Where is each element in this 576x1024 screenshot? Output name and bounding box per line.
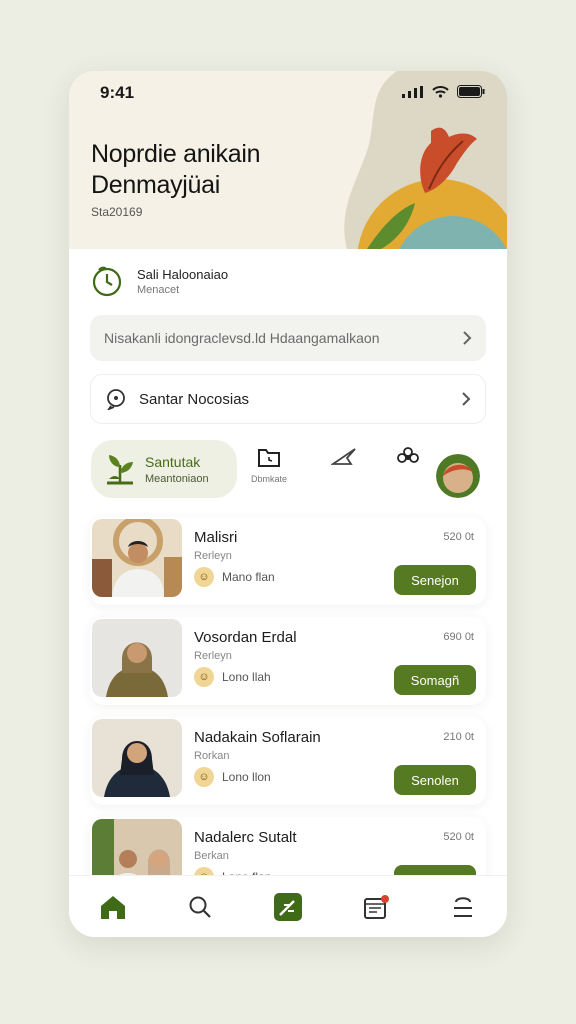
category-fourth[interactable] [396,446,420,468]
coin-icon: ☺ [194,567,214,587]
greeting-name: Sali Haloonaiao [137,266,229,282]
hero-subtitle: Sta20169 [91,205,143,219]
flower-icon [397,447,419,463]
category-active-title: Santutak [145,453,201,470]
nav-profile[interactable] [443,887,483,927]
item-name: Vosordan Erdal [194,629,297,646]
nav-home[interactable] [93,887,133,927]
home-icon [100,895,125,919]
item-meta-text: Lono llah [222,670,271,684]
plane-icon [331,448,356,465]
settings-row[interactable]: Santar Nocosias [90,374,486,424]
phone-screen: 9:41 Noprdie anikain Denmayjüai Sta20169 [69,71,507,937]
calendar-icon [363,894,389,919]
list-item[interactable]: Malisri Rerleyn ☺ Mano flan 520 0t Senej… [90,517,486,605]
list-item[interactable]: Nadakain Soflarain Rorkan ☺ Lono llon 21… [90,717,486,805]
item-photo [92,619,182,697]
item-sub: Berkan [194,850,229,862]
chevron-right-icon [462,392,471,406]
hero-title-line1: Noprdie anikain [91,140,261,168]
coin-icon: ☺ [194,667,214,687]
nav-search[interactable] [180,887,220,927]
battery-icon [457,85,485,98]
avatar-image [436,454,480,498]
settings-row-label: Santar Nocosias [139,390,250,408]
category-active[interactable]: Santutak Meantoniaon [91,440,237,498]
list-item[interactable]: Vosordan Erdal Rerleyn ☺ Lono llah 690 0… [90,617,486,705]
item-photo [92,719,182,797]
profile-icon [454,896,473,917]
item-name: Nadalerc Sutalt [194,829,297,846]
sprout-icon [107,455,133,485]
item-meta: ☺ Lono llon [194,767,271,787]
item-name: Malisri [194,529,238,546]
item-action-button[interactable]: Senolen [394,765,476,795]
search-text: Nisakanli idongraclevsd.ld Hdaangamalkao… [104,330,380,346]
category-second-label: Dbmkate [251,474,288,484]
chat-icon [107,389,125,410]
hero-header: 9:41 Noprdie anikain Denmayjüai Sta20169 [69,71,507,249]
item-price: 210 0t [443,731,474,743]
search-bar[interactable]: Nisakanli idongraclevsd.ld Hdaangamalkao… [90,315,486,361]
search-icon [189,896,212,918]
item-name: Nadakain Soflarain [194,729,321,746]
avatar[interactable] [436,454,480,498]
leaf-icon [273,892,302,921]
item-meta-text: Mano flan [222,570,275,584]
item-sub: Rerleyn [194,550,232,562]
nav-calendar[interactable] [356,887,396,927]
greeting-sub: Menacet [137,283,180,296]
item-action-button[interactable]: Senejon [394,565,476,595]
item-action-button[interactable]: Somagñ [394,665,476,695]
item-meta: ☺ Lono llah [194,667,271,687]
item-price: 520 0t [443,531,474,543]
coin-icon: ☺ [194,767,214,787]
greeting: Sali Haloonaiao Menacet [91,265,228,297]
category-active-sub: Meantoniaon [145,472,209,485]
item-price: 690 0t [443,631,474,643]
clock-leaf-icon [92,266,122,297]
status-time: 9:41 [100,83,135,102]
category-second[interactable]: Dbmkate [251,446,287,484]
hero-title-line2: Denmayjüai [91,171,221,199]
item-meta-text: Lono llon [222,770,271,784]
item-sub: Rerleyn [194,650,232,662]
chevron-right-icon [463,331,472,345]
category-third[interactable] [331,446,357,468]
folder-clock-icon [258,449,280,467]
item-sub: Rorkan [194,750,230,762]
item-photo [92,519,182,597]
wifi-icon [432,85,449,98]
item-price: 520 0t [443,831,474,843]
signal-icon [402,85,423,98]
status-icons [402,85,485,98]
hero-title: Noprdie anikain Denmayjüai [91,139,341,201]
nav-leaf[interactable] [268,887,308,927]
item-meta: ☺ Mano flan [194,567,275,587]
category-bar: Santutak Meantoniaon Dbmkate [91,440,487,500]
bottom-nav [69,875,507,937]
